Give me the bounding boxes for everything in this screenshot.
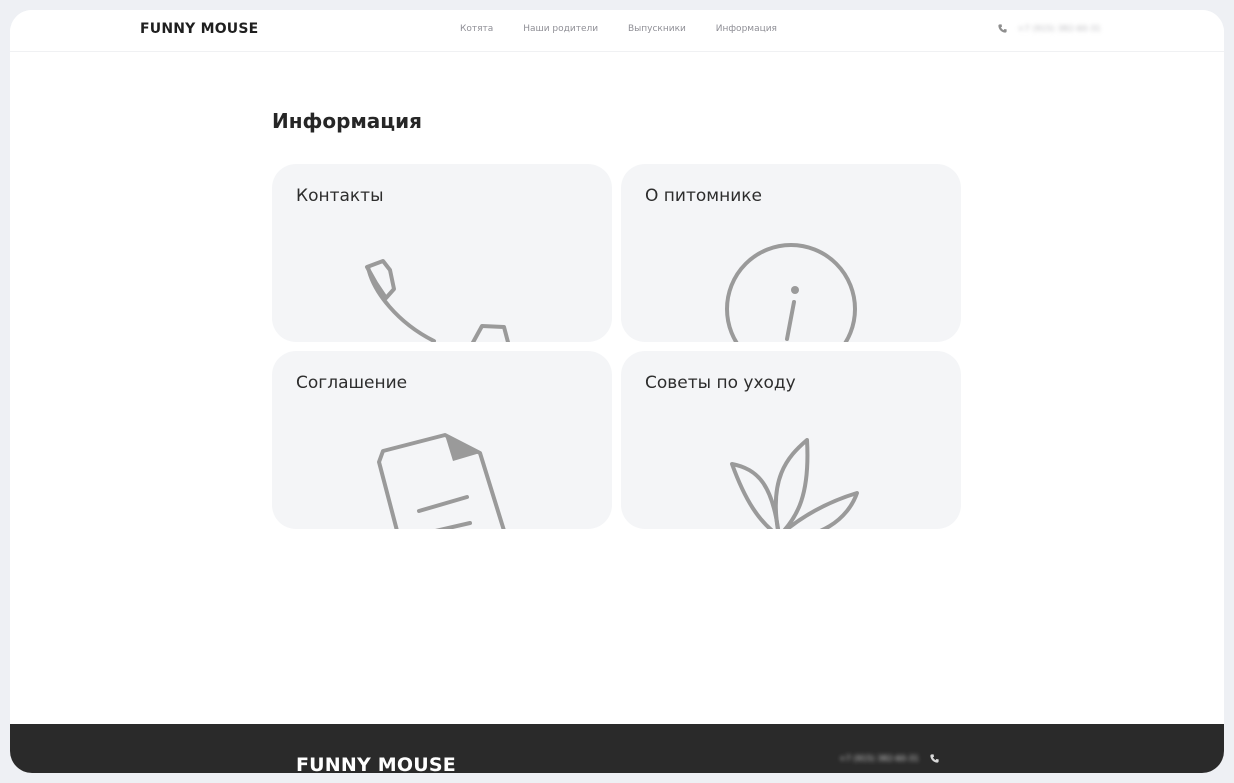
footer-brand-logo[interactable]: FUNNY MOUSE	[296, 754, 456, 773]
nav-item-information[interactable]: Информация	[716, 24, 777, 34]
nav-item-kittens[interactable]: Котята	[460, 24, 493, 34]
phone-icon	[998, 24, 1007, 33]
card-about-cattery[interactable]: О питомнике	[621, 164, 961, 342]
info-icon	[725, 243, 857, 342]
app-frame: FUNNY MOUSE Котята Наши родители Выпускн…	[10, 10, 1224, 773]
document-icon	[377, 433, 506, 529]
card-care-tips[interactable]: Советы по уходу	[621, 351, 961, 529]
site-footer: FUNNY MOUSE +7 (915) 382-60-31	[10, 724, 1224, 773]
phone-icon	[930, 754, 939, 763]
card-contacts[interactable]: Контакты	[272, 164, 612, 342]
leaf-icon	[730, 438, 859, 529]
header-phone-number: +7 (915) 382-60-31	[1017, 24, 1101, 33]
phone-icon	[365, 259, 511, 342]
nav-item-parents[interactable]: Наши родители	[523, 24, 598, 34]
card-agreement[interactable]: Соглашение	[272, 351, 612, 529]
main-nav: Котята Наши родители Выпускники Информац…	[460, 24, 804, 34]
nav-item-graduates[interactable]: Выпускники	[628, 24, 686, 34]
footer-phone-number: +7 (915) 382-60-31	[839, 754, 919, 763]
header-phone[interactable]: +7 (915) 382-60-31	[997, 23, 1101, 34]
footer-phone[interactable]: +7 (915) 382-60-31	[839, 753, 940, 764]
info-card-grid: Контакты О питомнике Соглашение Советы п…	[272, 164, 962, 529]
brand-logo[interactable]: FUNNY MOUSE	[140, 21, 258, 37]
page-title: Информация	[272, 109, 422, 133]
site-header: FUNNY MOUSE Котята Наши родители Выпускн…	[10, 10, 1224, 52]
